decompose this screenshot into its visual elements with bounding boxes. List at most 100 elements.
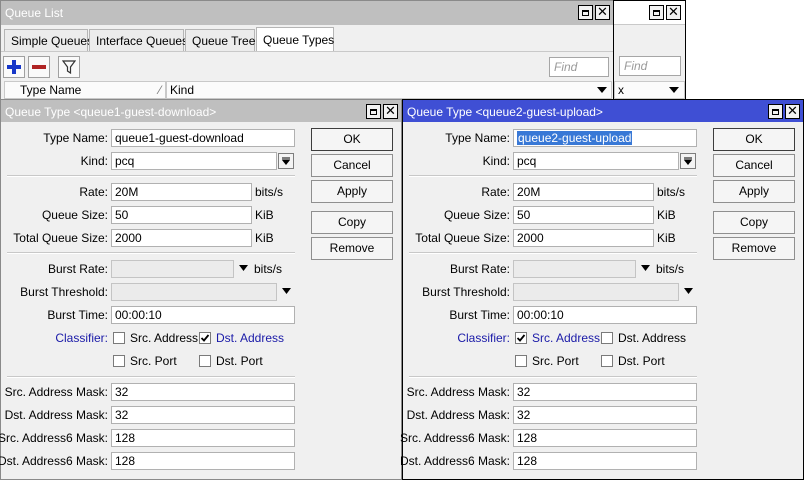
burst-rate-dropdown-icon[interactable] (239, 265, 248, 271)
copy-button[interactable]: Copy (311, 211, 393, 234)
dst-address-mask-input[interactable]: 32 (513, 406, 697, 424)
burst-rate-label: Burst Rate: (47, 262, 108, 276)
queue-size-label: Queue Size: (41, 208, 108, 222)
rate-input[interactable]: 20M (513, 183, 654, 201)
close-button[interactable]: ✕ (595, 5, 610, 20)
kind-dropdown-button[interactable] (680, 153, 696, 169)
column-header-kind[interactable]: Kind (166, 81, 612, 99)
tab-queue-tree[interactable]: Queue Tree (185, 29, 255, 51)
classifier-src-address-checkbox[interactable] (515, 332, 527, 344)
classifier-src-port-label: Src. Port (130, 354, 177, 368)
classifier-dst-port-checkbox[interactable] (601, 355, 613, 367)
dialog-titlebar[interactable]: Queue Type <queue2-guest-upload> ✕ (403, 100, 803, 122)
checkmark-icon (516, 334, 526, 342)
dst-address-mask-input[interactable]: 32 (111, 406, 295, 424)
close-icon: ✕ (385, 103, 396, 119)
classifier-src-address-checkbox[interactable] (113, 332, 125, 344)
src-address6-mask-label: Src. Address6 Mask: (399, 431, 510, 445)
selected-text: queue2-guest-upload (517, 131, 633, 145)
rate-unit: bits/s (657, 185, 686, 199)
burst-threshold-dropdown-icon[interactable] (282, 288, 291, 294)
burst-rate-input[interactable] (111, 260, 234, 278)
cancel-button[interactable]: Cancel (311, 154, 393, 177)
classifier-src-port-label: Src. Port (532, 354, 579, 368)
queue-list-title: Queue List (5, 6, 64, 20)
classifier-dst-address-label: Dst. Address (216, 331, 285, 345)
ok-button[interactable]: OK (713, 128, 795, 151)
copy-button[interactable]: Copy (713, 211, 795, 234)
chevron-down-icon (669, 87, 679, 93)
cancel-button[interactable]: Cancel (713, 154, 795, 177)
filter-button[interactable] (58, 56, 80, 78)
maximize-button[interactable] (768, 104, 783, 119)
type-name-input[interactable]: queue2-guest-upload (513, 129, 697, 147)
classifier-src-port-checkbox[interactable] (113, 355, 125, 367)
second-window: ✕ Find x (613, 0, 686, 104)
apply-button[interactable]: Apply (713, 180, 795, 203)
type-name-label: Type Name: (43, 131, 108, 145)
burst-time-label: Burst Time: (449, 308, 510, 322)
maximize-button[interactable] (366, 104, 381, 119)
tab-queue-types[interactable]: Queue Types (256, 27, 334, 51)
dialog-titlebar[interactable]: Queue Type <queue1-guest-download> ✕ (1, 100, 401, 122)
dst-address6-mask-input[interactable]: 128 (513, 452, 697, 470)
ok-button[interactable]: OK (311, 128, 393, 151)
classifier-dst-port-checkbox[interactable] (199, 355, 211, 367)
burst-time-input[interactable]: 00:00:10 (111, 306, 295, 324)
maximize-button[interactable] (578, 5, 593, 20)
dialog-title: Queue Type <queue2-guest-upload> (407, 105, 603, 119)
close-button[interactable]: ✕ (383, 104, 398, 119)
second-window-titlebar[interactable]: ✕ (614, 1, 685, 25)
queue-list-titlebar[interactable]: Queue List ✕ (1, 1, 614, 25)
tab-interface-queues[interactable]: Interface Queues (89, 29, 188, 51)
kind-label: Kind: (482, 154, 510, 168)
type-name-input[interactable]: queue1-guest-download (111, 129, 295, 147)
close-button[interactable]: ✕ (785, 104, 800, 119)
burst-rate-input[interactable] (513, 260, 636, 278)
total-queue-size-input[interactable]: 2000 (111, 229, 252, 247)
dropdown-icon (282, 157, 290, 165)
queue-size-input[interactable]: 50 (111, 206, 252, 224)
find-input[interactable]: Find (619, 56, 681, 76)
remove-button[interactable]: Remove (713, 237, 795, 260)
maximize-button[interactable] (649, 5, 664, 20)
column-header-type-name[interactable]: Type Name ⁄ (4, 81, 166, 99)
src-address-mask-input[interactable]: 32 (513, 383, 697, 401)
separator (7, 175, 295, 177)
maximize-icon (582, 9, 589, 16)
column-menu-button[interactable] (666, 82, 682, 98)
queue-size-input[interactable]: 50 (513, 206, 654, 224)
kind-select[interactable]: pcq (111, 152, 277, 170)
dst-address6-mask-input[interactable]: 128 (111, 452, 295, 470)
total-queue-size-input[interactable]: 2000 (513, 229, 654, 247)
burst-time-input[interactable]: 00:00:10 (513, 306, 697, 324)
burst-rate-dropdown-icon[interactable] (641, 265, 650, 271)
burst-threshold-dropdown-icon[interactable] (684, 288, 693, 294)
rate-label: Rate: (79, 185, 108, 199)
classifier-label: Classifier: (457, 331, 510, 345)
src-address-mask-label: Src. Address Mask: (406, 385, 510, 399)
rate-label: Rate: (481, 185, 510, 199)
close-button[interactable]: ✕ (666, 5, 681, 20)
burst-threshold-input[interactable] (513, 283, 679, 301)
classifier-dst-address-checkbox[interactable] (601, 332, 613, 344)
burst-threshold-input[interactable] (111, 283, 277, 301)
classifier-dst-port-label: Dst. Port (618, 354, 665, 368)
kind-select[interactable]: pcq (513, 152, 679, 170)
src-address6-mask-input[interactable]: 128 (111, 429, 295, 447)
tab-simple-queues[interactable]: Simple Queues (4, 29, 93, 51)
remove-button[interactable]: Remove (311, 237, 393, 260)
remove-button[interactable] (28, 56, 50, 78)
apply-button[interactable]: Apply (311, 180, 393, 203)
kind-dropdown-button[interactable] (278, 153, 294, 169)
add-button[interactable] (3, 56, 25, 78)
src-address-mask-input[interactable]: 32 (111, 383, 295, 401)
separator (409, 376, 697, 378)
classifier-dst-address-checkbox[interactable] (199, 332, 211, 344)
column-menu-button[interactable] (594, 82, 610, 98)
rate-input[interactable]: 20M (111, 183, 252, 201)
classifier-src-port-checkbox[interactable] (515, 355, 527, 367)
classifier-src-address-label: Src. Address (130, 331, 199, 345)
src-address6-mask-input[interactable]: 128 (513, 429, 697, 447)
find-input[interactable]: Find (549, 57, 609, 77)
